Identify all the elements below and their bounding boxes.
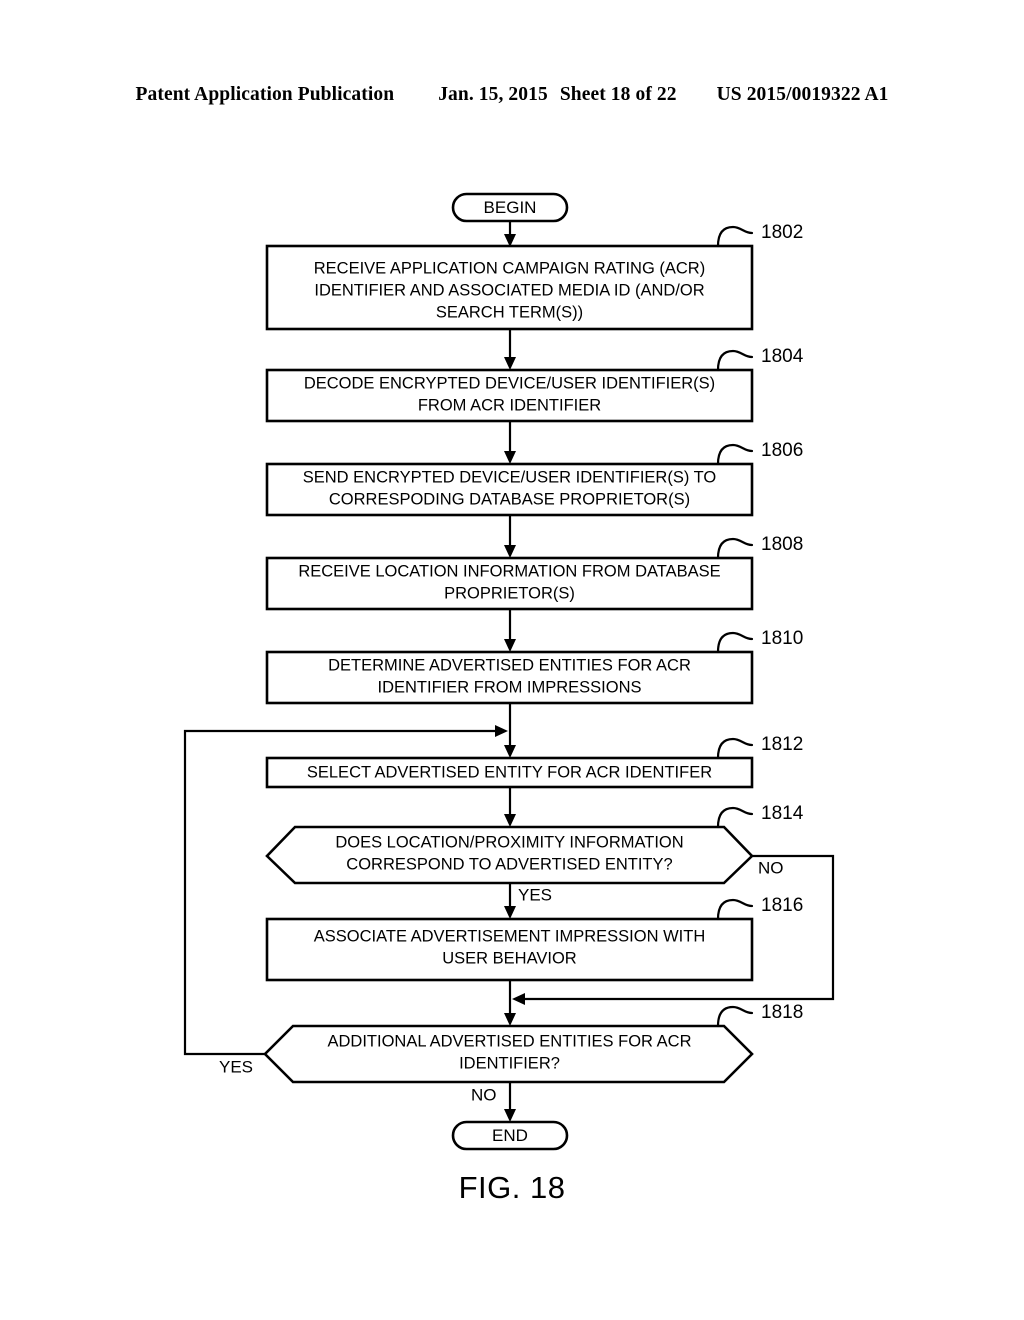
reference-leader-1804: 1804 bbox=[716, 346, 804, 372]
terminal-end-label: END bbox=[492, 1126, 528, 1145]
branch-label-1818-yes: YES bbox=[219, 1057, 253, 1076]
process-1810-line-1: DETERMINE ADVERTISED ENTITIES FOR ACR bbox=[328, 656, 691, 674]
connector-1814-yes-to-1816 bbox=[504, 883, 516, 919]
reference-number-1806: 1806 bbox=[761, 440, 803, 461]
reference-number-1818: 1818 bbox=[761, 1002, 803, 1023]
reference-leader-1808: 1808 bbox=[716, 534, 803, 560]
decision-1818-line-1: ADDITIONAL ADVERTISED ENTITIES FOR ACR bbox=[328, 1032, 692, 1050]
process-1806-line-2: CORRESPODING DATABASE PROPRIETOR(S) bbox=[329, 490, 690, 508]
process-box-1804: DECODE ENCRYPTED DEVICE/USER IDENTIFIER(… bbox=[265, 368, 754, 423]
branch-label-1814-yes: YES bbox=[518, 885, 552, 904]
connector-1816-to-1818 bbox=[504, 980, 516, 1026]
process-box-1812: SELECT ADVERTISED ENTITY FOR ACR IDENTIF… bbox=[265, 756, 754, 789]
connector-1804-to-1806 bbox=[504, 421, 516, 464]
process-box-1808: RECEIVE LOCATION INFORMATION FROM DATABA… bbox=[265, 556, 754, 611]
process-1810-line-2: IDENTIFIER FROM IMPRESSIONS bbox=[377, 678, 641, 696]
branch-label-1818-no: NO bbox=[471, 1085, 497, 1104]
process-1806-line-1: SEND ENCRYPTED DEVICE/USER IDENTIFIER(S)… bbox=[303, 468, 717, 486]
reference-leader-1810: 1810 bbox=[716, 628, 803, 654]
reference-leader-1812: 1812 bbox=[716, 734, 803, 760]
process-1812-line-1: SELECT ADVERTISED ENTITY FOR ACR IDENTIF… bbox=[307, 763, 712, 781]
process-1802-line-3: SEARCH TERM(S)) bbox=[436, 303, 583, 321]
reference-number-1808: 1808 bbox=[761, 534, 803, 555]
process-1808-line-2: PROPRIETOR(S) bbox=[444, 584, 575, 602]
terminal-begin-label: BEGIN bbox=[484, 198, 537, 217]
connector-1802-to-1804 bbox=[504, 329, 516, 370]
process-box-1806: SEND ENCRYPTED DEVICE/USER IDENTIFIER(S)… bbox=[265, 462, 754, 517]
process-1808-line-1: RECEIVE LOCATION INFORMATION FROM DATABA… bbox=[298, 562, 720, 580]
reference-number-1802: 1802 bbox=[761, 222, 803, 243]
branch-label-1814-no: NO bbox=[758, 858, 784, 877]
reference-number-1804: 1804 bbox=[761, 346, 804, 367]
reference-leader-1814: 1814 bbox=[716, 803, 804, 829]
decision-1818-line-2: IDENTIFIER? bbox=[459, 1054, 560, 1072]
terminal-begin: BEGIN bbox=[451, 192, 569, 223]
reference-number-1814: 1814 bbox=[761, 803, 804, 824]
reference-leader-1816: 1816 bbox=[716, 895, 803, 921]
connector-1812-to-1814 bbox=[504, 787, 516, 827]
reference-leader-1802: 1802 bbox=[716, 222, 803, 248]
process-1802-line-2: IDENTIFIER AND ASSOCIATED MEDIA ID (AND/… bbox=[314, 281, 704, 299]
terminal-end: END bbox=[451, 1120, 569, 1151]
process-1816-line-2: USER BEHAVIOR bbox=[442, 949, 577, 967]
reference-leader-1806: 1806 bbox=[716, 440, 803, 466]
reference-number-1812: 1812 bbox=[761, 734, 803, 755]
patent-figure-page: Patent Application Publication Jan. 15, … bbox=[0, 0, 1024, 1320]
process-1804-line-1: DECODE ENCRYPTED DEVICE/USER IDENTIFIER(… bbox=[304, 374, 715, 392]
process-1804-line-2: FROM ACR IDENTIFIER bbox=[418, 396, 601, 414]
decision-box-1818: ADDITIONAL ADVERTISED ENTITIES FOR ACR I… bbox=[263, 1024, 754, 1084]
connector-1808-to-1810 bbox=[504, 609, 516, 652]
reference-leader-1818: 1818 bbox=[716, 1002, 803, 1028]
process-box-1810: DETERMINE ADVERTISED ENTITIES FOR ACR ID… bbox=[265, 650, 754, 705]
connector-1818-no-to-end bbox=[504, 1082, 516, 1122]
connector-begin-to-1802 bbox=[504, 221, 516, 247]
process-box-1816: ASSOCIATE ADVERTISEMENT IMPRESSION WITH … bbox=[265, 917, 754, 982]
flowchart-diagram: BEGIN RECEIVE APPLICATION CAMPAIGN RATIN… bbox=[183, 192, 835, 1151]
connector-1806-to-1808 bbox=[504, 515, 516, 558]
process-box-1802: RECEIVE APPLICATION CAMPAIGN RATING (ACR… bbox=[265, 244, 754, 331]
reference-number-1810: 1810 bbox=[761, 628, 803, 649]
process-1816-line-1: ASSOCIATE ADVERTISEMENT IMPRESSION WITH bbox=[314, 927, 705, 945]
reference-number-1816: 1816 bbox=[761, 895, 803, 916]
process-1802-line-1: RECEIVE APPLICATION CAMPAIGN RATING (ACR… bbox=[314, 259, 705, 277]
figure-caption: FIG. 18 bbox=[458, 1170, 566, 1205]
decision-1814-line-1: DOES LOCATION/PROXIMITY INFORMATION bbox=[335, 833, 683, 851]
decision-box-1814: DOES LOCATION/PROXIMITY INFORMATION CORR… bbox=[265, 825, 754, 885]
decision-1814-line-2: CORRESPOND TO ADVERTISED ENTITY? bbox=[346, 855, 672, 873]
